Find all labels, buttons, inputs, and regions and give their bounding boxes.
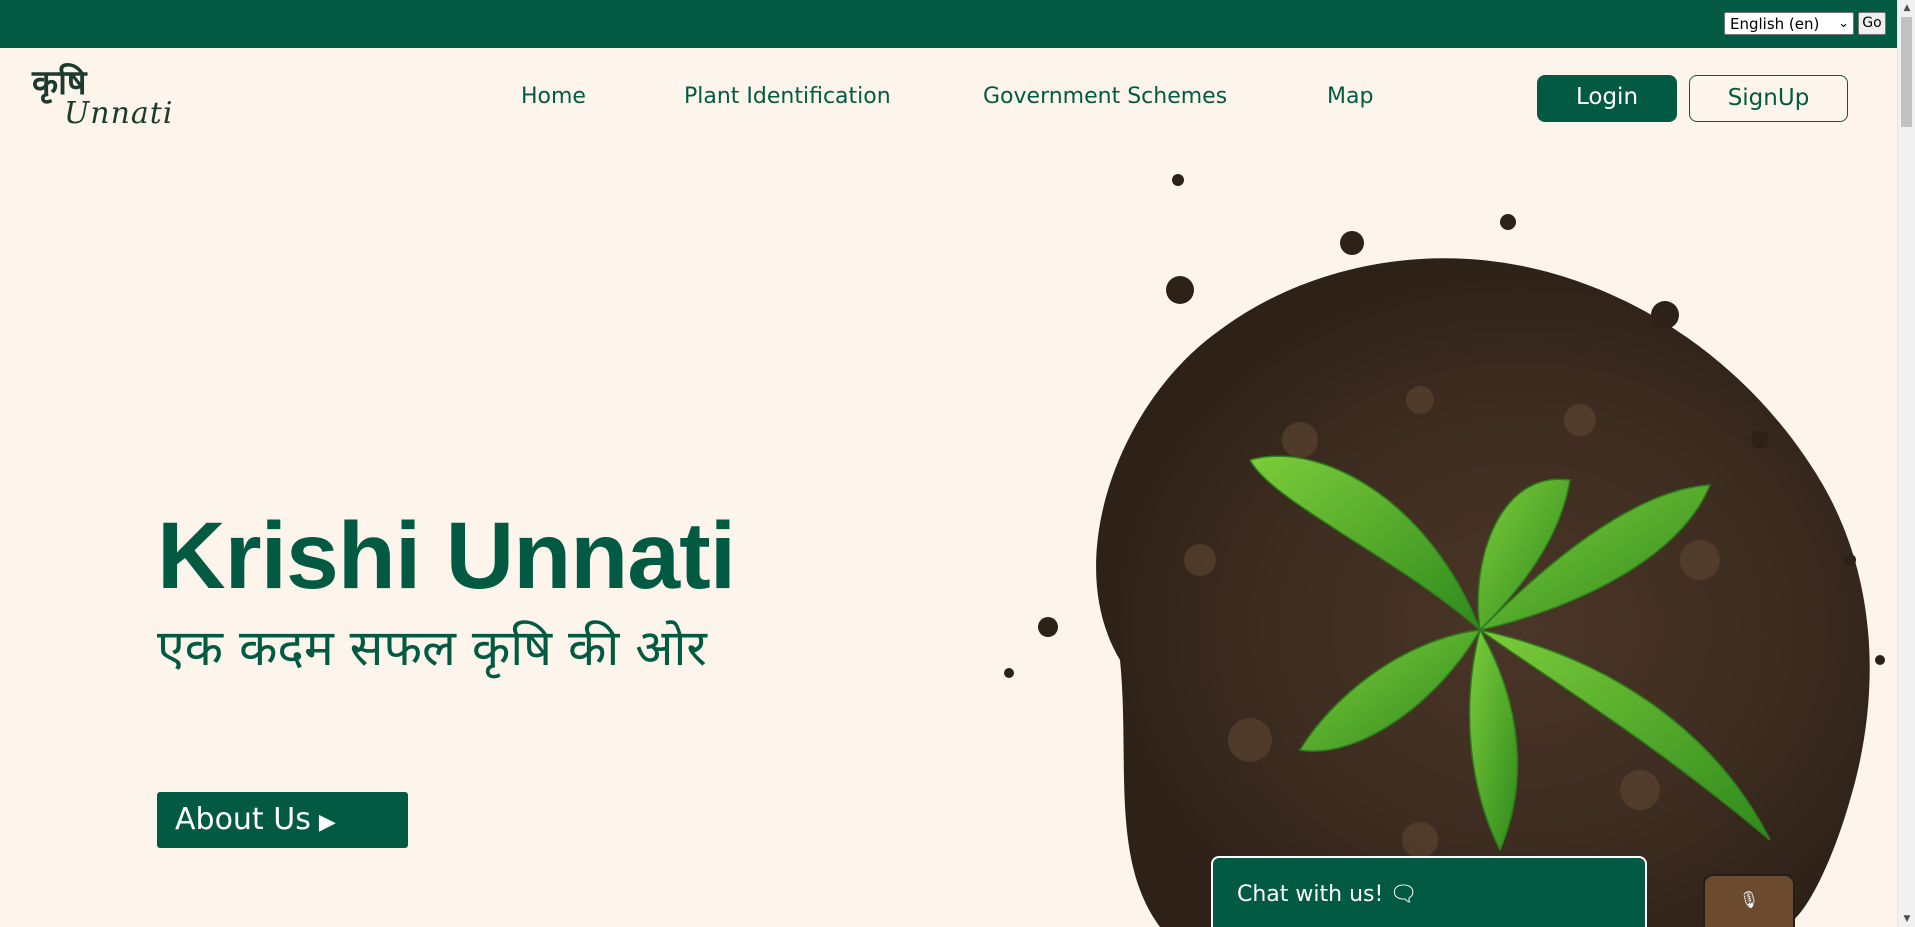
nav-map[interactable]: Map (1327, 84, 1373, 109)
language-select[interactable]: English (en) ⌄ (1724, 12, 1854, 35)
go-button[interactable]: Go (1858, 12, 1886, 35)
nav-government-schemes[interactable]: Government Schemes (983, 84, 1227, 109)
scroll-down-arrow-icon[interactable]: ▼ (1902, 914, 1912, 924)
top-bar: English (en) ⌄ Go (0, 0, 1897, 48)
login-button[interactable]: Login (1537, 75, 1677, 122)
chat-label: Chat with us! (1237, 882, 1384, 907)
chat-bubbles-icon: 🗨 (1389, 882, 1418, 907)
play-triangle-icon: ▶ (318, 810, 336, 835)
about-us-button[interactable]: About Us ▶ (157, 792, 408, 848)
chat-widget[interactable]: Chat with us! 🗨 (1211, 856, 1647, 927)
about-us-label: About Us (175, 802, 311, 837)
microphone-icon: 🎙 (1738, 890, 1760, 909)
scroll-thumb[interactable] (1901, 17, 1912, 127)
nav-plant-identification[interactable]: Plant Identification (684, 84, 891, 109)
logo[interactable]: कृषि Unnati (28, 58, 172, 138)
nav-home[interactable]: Home (521, 84, 586, 109)
hero-title: Krishi Unnati (157, 503, 736, 609)
microphone-button[interactable]: 🎙 (1703, 874, 1795, 927)
hero-subtitle: एक कदम सफल कृषि की ओर (157, 619, 707, 677)
soil-seedling-image (1004, 174, 1885, 927)
chevron-down-icon: ⌄ (1838, 16, 1849, 31)
language-select-value: English (en) (1730, 15, 1820, 33)
signup-button[interactable]: SignUp (1689, 75, 1848, 122)
scroll-up-arrow-icon[interactable]: ▲ (1902, 3, 1912, 13)
vertical-scrollbar[interactable]: ▲ ▼ (1897, 0, 1915, 927)
logo-english-text: Unnati (64, 96, 174, 131)
